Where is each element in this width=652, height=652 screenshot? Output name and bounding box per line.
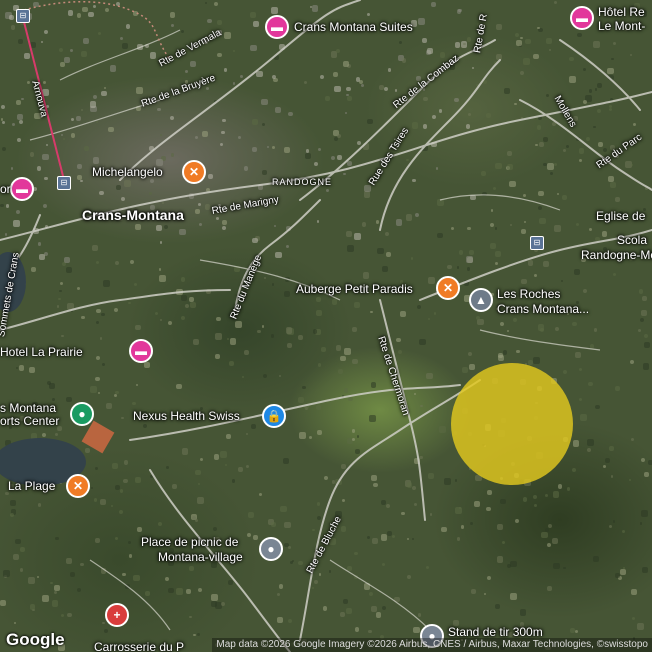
bed-icon[interactable]: ▬ bbox=[10, 177, 34, 201]
poi-auberge-petit-paradis[interactable]: Auberge Petit Paradis bbox=[296, 282, 413, 296]
poi-hotel-re[interactable]: Hôtel Re bbox=[598, 5, 645, 19]
locality-randogne: RANDOGNE bbox=[272, 177, 333, 187]
bed-icon[interactable]: ▬ bbox=[570, 6, 594, 30]
poi-nexus-health-swiss[interactable]: Nexus Health Swiss bbox=[133, 409, 240, 423]
poi-sports-center[interactable]: s Montana bbox=[0, 401, 56, 415]
bus-stop-icon[interactable]: ⊟ bbox=[530, 236, 544, 250]
graduation-cap-icon[interactable]: ▲ bbox=[469, 288, 493, 312]
town-crans-montana: Crans-Montana bbox=[82, 207, 184, 223]
fork-knife-icon[interactable]: ✕ bbox=[66, 474, 90, 498]
hospital-icon[interactable]: + bbox=[105, 603, 129, 627]
poi-michelangelo[interactable]: Michelangelo bbox=[92, 165, 163, 179]
poi-crans-montana-suites[interactable]: Crans Montana Suites bbox=[294, 20, 413, 34]
bed-icon[interactable]: ▬ bbox=[129, 339, 153, 363]
poi-le-mont[interactable]: Le Mont- bbox=[598, 19, 645, 33]
location-dot-icon[interactable]: ● bbox=[259, 537, 283, 561]
map-view[interactable]: ⊟ ⊟ ⊟ ▬ Crans Montana Suites ▬ Hôtel Re … bbox=[0, 0, 652, 652]
bus-stop-icon[interactable]: ⊟ bbox=[57, 176, 71, 190]
bed-icon[interactable]: ▬ bbox=[265, 15, 289, 39]
google-logo: Google bbox=[6, 630, 65, 649]
poi-stand-de-tir[interactable]: Stand de tir 300m bbox=[448, 625, 543, 639]
poi-carrosserie[interactable]: Carrosserie du P bbox=[94, 640, 184, 652]
poi-picnic[interactable]: Place de picnic de bbox=[141, 535, 238, 549]
poi-les-roches[interactable]: Les Roches bbox=[497, 287, 560, 301]
highlight-circle bbox=[451, 363, 573, 485]
poi-sports-center-2[interactable]: orts Center bbox=[0, 414, 59, 428]
fork-knife-icon[interactable]: ✕ bbox=[182, 160, 206, 184]
locality-randogne-molle: Randogne-Molle bbox=[581, 248, 652, 262]
bus-stop-icon[interactable]: ⊟ bbox=[16, 9, 30, 23]
sport-center-icon[interactable]: ● bbox=[70, 402, 94, 426]
poi-la-plage[interactable]: La Plage bbox=[8, 479, 55, 493]
fork-knife-icon[interactable]: ✕ bbox=[436, 276, 460, 300]
poi-or-fragment[interactable]: or bbox=[0, 182, 11, 196]
map-attribution: Map data ©2026 Google Imagery ©2026 Airb… bbox=[212, 638, 652, 652]
poi-picnic-2[interactable]: Montana-village bbox=[158, 550, 243, 564]
poi-scola[interactable]: Scola bbox=[617, 233, 647, 247]
poi-hotel-la-prairie[interactable]: Hotel La Prairie bbox=[0, 345, 83, 359]
poi-eglise[interactable]: Eglise de bbox=[596, 209, 645, 223]
lock-icon[interactable]: 🔒 bbox=[262, 404, 286, 428]
poi-les-roches-2[interactable]: Crans Montana... bbox=[497, 302, 589, 316]
